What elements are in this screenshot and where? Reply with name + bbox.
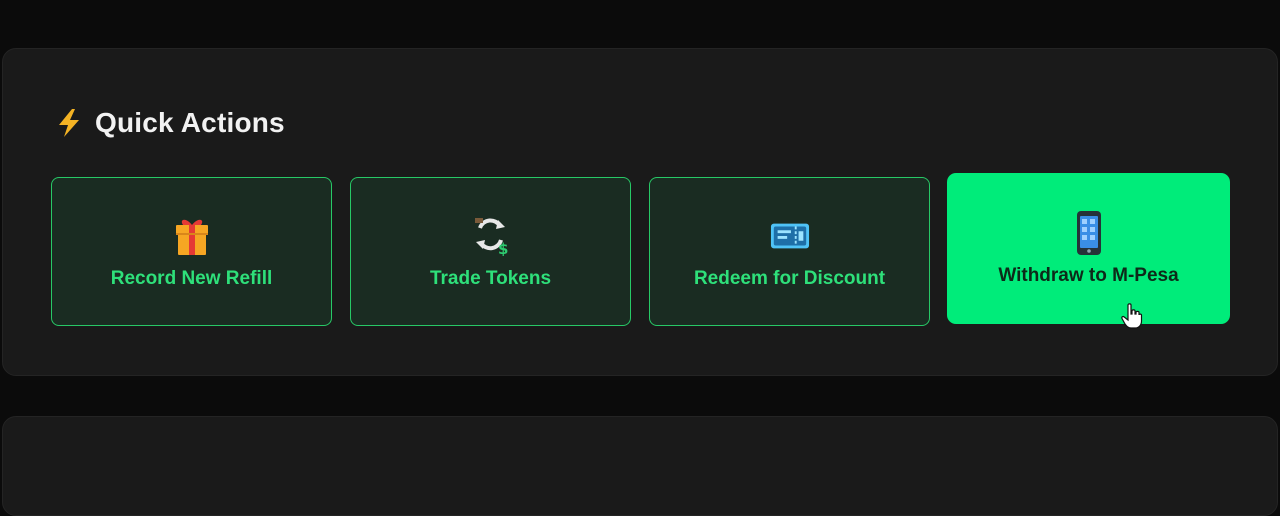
redeem-for-discount-button[interactable]: Redeem for Discount bbox=[649, 177, 930, 326]
action-label: Record New Refill bbox=[110, 267, 273, 289]
quick-actions-grid: Record New Refill $ Trade Tokens Redeem … bbox=[51, 174, 1229, 329]
action-label: Withdraw to M-Pesa bbox=[998, 264, 1179, 286]
withdraw-to-mpesa-button[interactable]: Withdraw to M-Pesa bbox=[948, 174, 1229, 329]
secondary-panel bbox=[2, 416, 1278, 516]
action-label: Trade Tokens bbox=[429, 267, 552, 289]
quick-actions-header: Quick Actions bbox=[55, 107, 285, 139]
gift-icon bbox=[172, 214, 212, 258]
pointer-hand-cursor-icon bbox=[1121, 303, 1143, 329]
lightning-bolt-icon bbox=[59, 109, 79, 137]
panel-title: Quick Actions bbox=[95, 107, 285, 138]
record-new-refill-button[interactable]: Record New Refill bbox=[51, 177, 332, 326]
quick-actions-panel: Quick Actions Record New Refill $ Trade … bbox=[2, 48, 1278, 376]
trade-tokens-button[interactable]: $ Trade Tokens bbox=[350, 177, 631, 326]
exchange-icon: $ bbox=[471, 214, 511, 258]
action-label: Redeem for Discount bbox=[693, 267, 886, 289]
ticket-icon bbox=[770, 214, 810, 258]
svg-text:$: $ bbox=[498, 240, 508, 256]
mobile-phone-icon bbox=[1069, 210, 1109, 255]
